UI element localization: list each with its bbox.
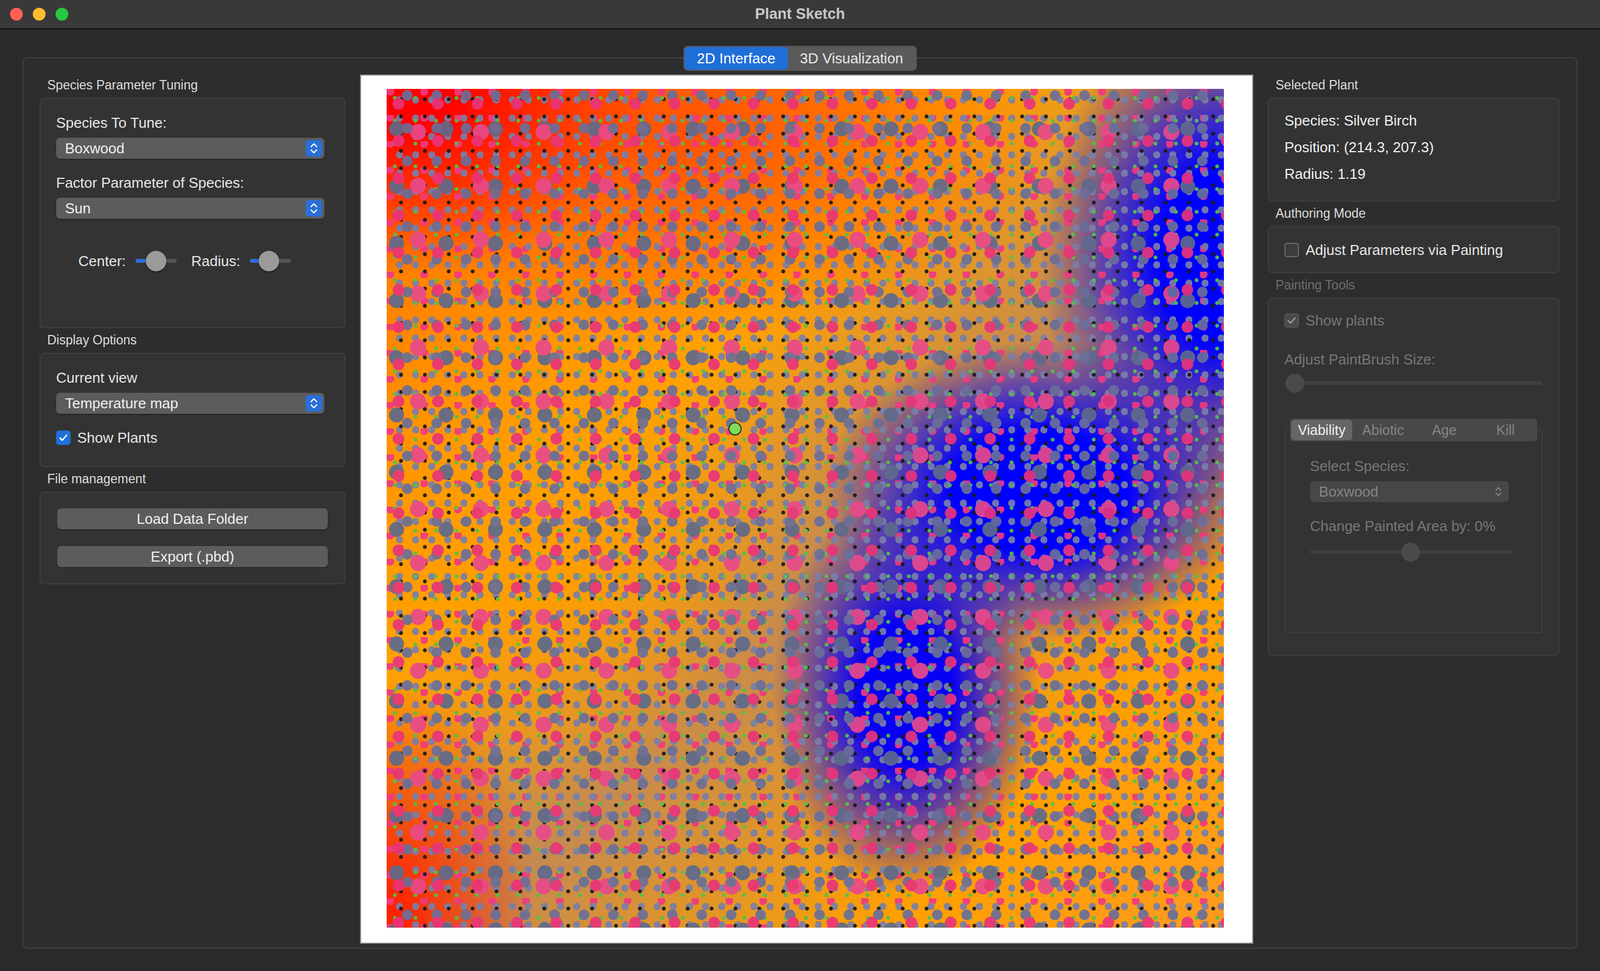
paint-species-select[interactable]: Boxwood xyxy=(1310,481,1509,503)
window-title: Plant Sketch xyxy=(755,5,845,23)
field-label: Factor Parameter of Species: xyxy=(56,173,325,193)
zoom-button[interactable] xyxy=(55,7,69,21)
tuning-box: Species To Tune: Boxwood Factor Parameter … xyxy=(39,97,346,329)
group-title: Painting Tools xyxy=(1275,276,1560,294)
authoring-box: Adjust Parameters via Painting xyxy=(1267,226,1560,274)
authoring-checkbox[interactable]: Adjust Parameters via Painting xyxy=(1284,240,1504,260)
painting-tab[interactable]: Kill xyxy=(1475,420,1537,441)
view-tab[interactable]: 3D Visualization xyxy=(787,47,916,70)
factor-select[interactable]: Sun xyxy=(56,197,325,219)
stepper-icon xyxy=(305,395,323,412)
temperature-map[interactable] xyxy=(386,88,1224,928)
stepper-icon xyxy=(1490,483,1507,500)
species-select[interactable]: Boxwood xyxy=(56,137,325,159)
canvas-frame xyxy=(360,74,1254,944)
window-controls xyxy=(0,7,755,21)
stepper-icon xyxy=(305,140,323,157)
display-box: Current view Temperature map Show Plants xyxy=(39,352,346,468)
minimize-button[interactable] xyxy=(32,7,46,21)
right-sidebar: Selected Plant Species: Silver Birch Posit… xyxy=(1267,74,1560,944)
info-line: Species: Silver Birch xyxy=(1284,111,1543,130)
stepper-icon xyxy=(305,200,323,217)
plant-layer xyxy=(386,88,1224,928)
brush-size-slider[interactable] xyxy=(1284,372,1543,395)
parameter-slider[interactable] xyxy=(135,250,177,273)
file-button[interactable]: Load Data Folder xyxy=(57,508,328,530)
field-label: Current view xyxy=(56,368,325,388)
painting-tab[interactable]: Viability xyxy=(1291,420,1353,441)
app-window: Plant Sketch 2D Interface3D Visualization… xyxy=(0,0,1600,971)
field-label: Select Species: xyxy=(1310,456,1514,476)
checkbox-icon xyxy=(1284,242,1299,258)
info-line: Position: (214.3, 207.3) xyxy=(1284,137,1543,157)
left-sidebar: Species Parameter Tuning Species To Tune:… xyxy=(39,74,346,944)
painting-tab[interactable]: Abiotic xyxy=(1352,420,1414,441)
painting-box: Show plants Adjust PaintBrush Size: Viabil… xyxy=(1267,297,1560,657)
checkbox-icon xyxy=(1284,313,1299,328)
group-title: Selected Plant xyxy=(1275,76,1560,94)
view-select[interactable]: Temperature map xyxy=(56,392,325,414)
checkbox-icon xyxy=(56,430,71,445)
painting-tab-box: ViabilityAbioticAgeKillSelect Species:Bo… xyxy=(1284,428,1543,634)
field-label: Change Painted Area by: 0% xyxy=(1310,516,1514,536)
group-title: Authoring Mode xyxy=(1275,205,1560,222)
paint-show-plants-checkbox[interactable]: Show plants xyxy=(1284,311,1543,330)
view-tabs: 2D Interface3D Visualization xyxy=(683,46,917,72)
painting-tabs: ViabilityAbioticAgeKill xyxy=(1290,418,1538,442)
info-line: Radius: 1.19 xyxy=(1284,164,1543,184)
group-title: File management xyxy=(47,470,346,488)
files-box: Load Data Folder Export (.pbd) xyxy=(39,491,346,585)
slider-label: Radius: xyxy=(191,251,240,271)
selected-plant-box: Species: Silver Birch Position: (214.3, 2… xyxy=(1267,97,1560,202)
title-bar: Plant Sketch xyxy=(0,0,1600,30)
painting-tab[interactable]: Age xyxy=(1413,420,1475,441)
group-title: Species Parameter Tuning xyxy=(47,76,346,94)
parameter-slider[interactable] xyxy=(250,250,292,273)
slider-label: Center: xyxy=(78,251,126,271)
file-button[interactable]: Export (.pbd) xyxy=(57,546,328,568)
slider-row: Center: Radius: xyxy=(56,250,325,273)
field-label: Species To Tune: xyxy=(56,113,325,133)
close-button[interactable] xyxy=(10,7,23,21)
change-area-slider[interactable] xyxy=(1310,541,1512,564)
field-label: Adjust PaintBrush Size: xyxy=(1284,350,1543,369)
main-panel: 2D Interface3D VisualizationSpecies Para… xyxy=(22,57,1578,949)
view-tab[interactable]: 2D Interface xyxy=(684,47,788,70)
selected-plant-marker[interactable] xyxy=(728,422,742,436)
show-plants-checkbox[interactable]: Show Plants xyxy=(56,428,325,448)
group-title: Display Options xyxy=(47,331,346,349)
